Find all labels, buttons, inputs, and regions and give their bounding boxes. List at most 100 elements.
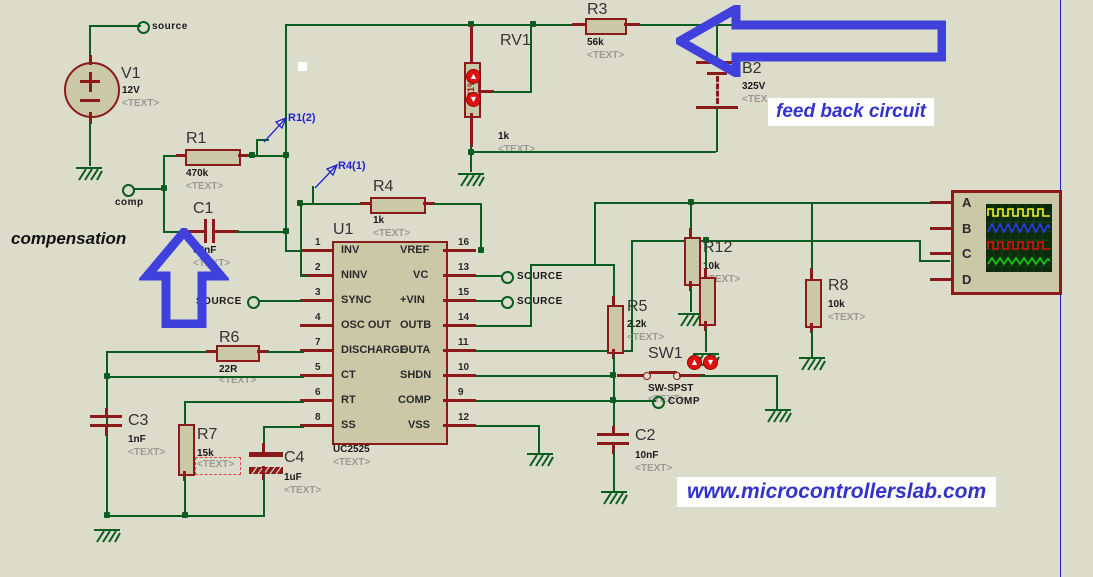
v1-minus xyxy=(80,99,100,102)
u1-pin11-number: 11 xyxy=(458,337,469,348)
scope-pin-b xyxy=(930,227,954,230)
u1-pin1-name: INV xyxy=(341,244,360,256)
label-rv1-text: <TEXT> xyxy=(498,144,536,155)
u1-pin6-name: RT xyxy=(341,394,356,406)
u1-pin12-lead xyxy=(443,424,476,427)
terminal-source-vc[interactable] xyxy=(501,271,514,284)
wire-r8-bottom xyxy=(705,328,707,352)
label-r6-ref: R6 xyxy=(219,329,240,346)
u1-pin2-name: NINV xyxy=(341,269,368,281)
annotation-feedback: feed back circuit xyxy=(768,98,934,126)
wire-c1-to-bus xyxy=(236,231,287,233)
wire-vin-to-term xyxy=(476,300,503,302)
label-r7-ref: R7 xyxy=(197,426,218,443)
u1-pin7-number: 7 xyxy=(315,337,321,348)
wire-oscout-stub xyxy=(303,324,333,327)
wire-ninv-vertical xyxy=(300,203,302,276)
label-b2-text: <TEX xyxy=(742,94,768,105)
wire-scopeB-drop xyxy=(919,240,921,262)
scope-channel-d-label: D xyxy=(962,272,972,287)
label-c3-value: 1nF xyxy=(128,434,146,445)
scope-channel-b-label: B xyxy=(962,221,972,236)
c3-lead-bottom xyxy=(105,426,108,436)
label-r3-text: <TEXT> xyxy=(587,50,625,61)
annotation-website: www.microcontrollerslab.com xyxy=(677,477,997,507)
wire-outb-to-scopeA xyxy=(594,202,944,204)
label-c2-text: <TEXT> xyxy=(635,463,673,474)
wire-r4-right xyxy=(433,203,482,205)
wire-rv1-gnd xyxy=(470,145,472,172)
ground-symbol-sw1 xyxy=(763,408,793,424)
terminal-label-source-top: source xyxy=(152,21,188,32)
label-sw1-value: SW-SPST xyxy=(648,383,694,394)
u1-pin15-lead xyxy=(443,299,476,302)
terminal-source-sync[interactable] xyxy=(247,296,260,309)
resistor-r6-body[interactable] xyxy=(216,345,260,362)
wire-sw1-to-gnd-v xyxy=(776,375,778,410)
wire-vss xyxy=(476,425,540,427)
ground-symbol-v1 xyxy=(74,166,104,182)
label-r8-value: 10k xyxy=(828,299,845,310)
v1-plus-vertical xyxy=(88,72,92,92)
label-c2-ref: C2 xyxy=(635,427,656,444)
junction-bus-r1 xyxy=(283,152,289,158)
resistor-r7-body[interactable] xyxy=(178,424,195,476)
wire-c4-bottom xyxy=(263,476,265,517)
resistor-r4-body[interactable] xyxy=(370,197,426,214)
rv1-decrease-button[interactable]: ▼ xyxy=(466,92,481,107)
u1-pin1-number: 1 xyxy=(315,237,321,248)
oscilloscope-screen xyxy=(986,204,1052,272)
u1-pin13-lead xyxy=(443,274,476,277)
sw1-toggle-open-button[interactable]: ▲ xyxy=(687,355,702,370)
u1-pin7-lead xyxy=(300,349,333,352)
label-c3-text: <TEXT> xyxy=(128,447,166,458)
u1-pin6-number: 6 xyxy=(315,387,321,398)
feedback-arrow xyxy=(670,1,947,82)
label-u1-part: UC2525 xyxy=(333,444,370,455)
u1-pin9-lead xyxy=(443,399,476,402)
junction-vref xyxy=(478,247,484,253)
rv1-increase-button[interactable]: ▲ xyxy=(466,69,481,84)
terminal-comp-right[interactable] xyxy=(652,396,665,409)
voltage-source-v1-body[interactable] xyxy=(64,62,120,118)
u1-pin4-number: 4 xyxy=(315,312,321,323)
wire-comp9 xyxy=(476,400,656,402)
label-u1-ref: U1 xyxy=(333,221,354,238)
wire-outb-up2 xyxy=(594,202,596,265)
terminal-source-vin[interactable] xyxy=(501,296,514,309)
wire-rv1-wiper-out xyxy=(492,91,532,93)
sw1-toggle-close-button[interactable]: ▼ xyxy=(703,355,718,370)
wire-sw1-to-gnd-h xyxy=(700,375,778,377)
ground-symbol-rv1 xyxy=(456,172,486,188)
resistor-r1-body[interactable] xyxy=(185,149,241,166)
junction-bottom-c3 xyxy=(104,512,110,518)
wire-r5-top xyxy=(613,264,615,300)
u1-pin8-lead xyxy=(300,424,333,427)
u1-pin5-number: 5 xyxy=(315,362,321,373)
label-r8-ref: R8 xyxy=(828,277,849,294)
label-sw1-ref: SW1 xyxy=(648,345,683,362)
terminal-source-top[interactable] xyxy=(137,21,150,34)
junction-r4-left xyxy=(297,200,303,206)
ground-symbol-c2 xyxy=(599,490,629,506)
terminal-label-source-vc: SOURCE xyxy=(517,271,563,282)
resistor-r8-body[interactable] xyxy=(699,277,716,326)
u1-pin16-lead xyxy=(443,249,476,252)
u1-pin5-lead xyxy=(300,374,333,377)
wire-r7-bottom xyxy=(184,477,186,517)
u1-pin16-name: VREF xyxy=(400,244,430,256)
u1-pin2-number: 2 xyxy=(315,262,321,273)
u1-pin16-number: 16 xyxy=(458,237,470,248)
resistor-r8b-body[interactable] xyxy=(805,279,822,328)
u1-pin10-name: SHDN xyxy=(400,369,432,381)
label-r8-text: <TEXT> xyxy=(828,312,866,323)
u1-pin3-name: SYNC xyxy=(341,294,372,306)
wire-r8b-upper xyxy=(811,202,813,270)
resistor-r5-body[interactable] xyxy=(607,305,624,354)
label-r7-text: <TEXT> xyxy=(197,459,235,470)
resistor-r3-body[interactable] xyxy=(585,18,627,35)
terminal-comp[interactable] xyxy=(122,184,135,197)
terminal-label-comp-right: COMP xyxy=(668,396,700,407)
r3-lead-left xyxy=(572,23,586,26)
wire-r7-to-pin6 xyxy=(184,401,304,403)
